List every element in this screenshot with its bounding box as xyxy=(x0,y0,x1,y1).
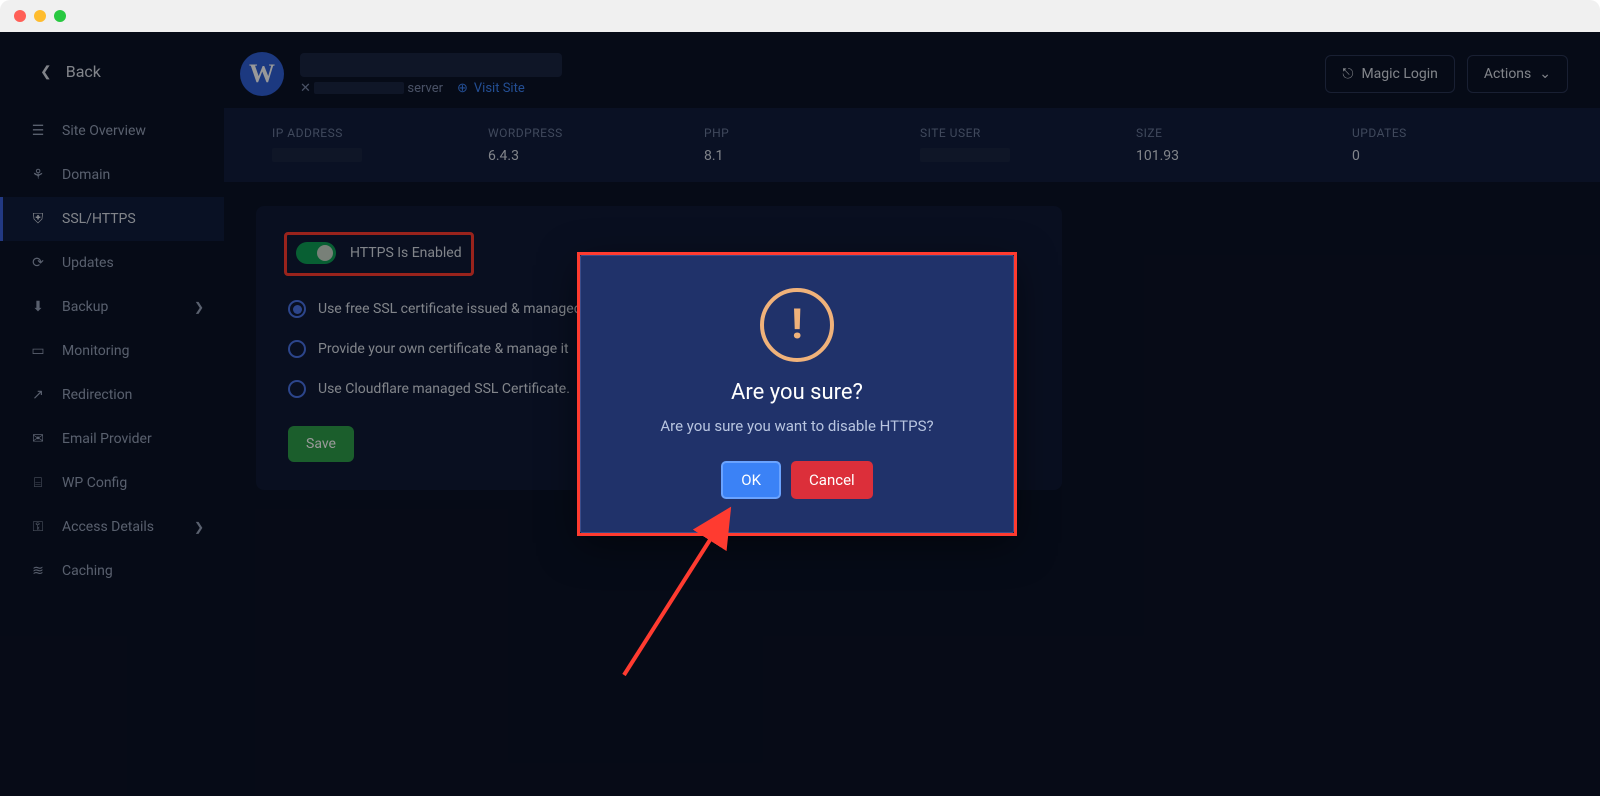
info-col-ip: IP ADDRESS xyxy=(272,126,488,164)
info-value-redacted xyxy=(920,148,1010,162)
info-label: PHP xyxy=(704,126,920,140)
visit-site-label: Visit Site xyxy=(474,81,525,96)
info-value: 0 xyxy=(1352,148,1568,164)
chevron-left-icon: ❮ xyxy=(40,64,52,80)
sidebar-item-label: Updates xyxy=(62,255,114,271)
info-value-redacted xyxy=(272,148,362,162)
sidebar-item-backup[interactable]: ⬇ Backup ❯ xyxy=(0,285,224,329)
sidebar-item-label: Monitoring xyxy=(62,343,130,359)
sidebar: ❮ Back ☰ Site Overview ⚘ Domain ⛨ SSL/HT… xyxy=(0,32,224,796)
sidebar-item-label: Redirection xyxy=(62,387,132,403)
domain-icon: ⚘ xyxy=(30,167,46,183)
warning-icon: ! xyxy=(760,288,834,362)
mac-titlebar xyxy=(0,0,1600,32)
modal-text: Are you sure you want to disable HTTPS? xyxy=(660,417,933,435)
window-minimize-dot[interactable] xyxy=(34,10,46,22)
chevron-right-icon: ❯ xyxy=(194,300,204,314)
overview-icon: ☰ xyxy=(30,123,46,139)
actions-dropdown[interactable]: Actions ⌄ xyxy=(1467,55,1568,93)
sidebar-item-label: Backup xyxy=(62,299,108,315)
https-toggle[interactable] xyxy=(296,242,336,264)
sidebar-item-label: Caching xyxy=(62,563,113,579)
radio-icon xyxy=(288,380,306,398)
site-title-redacted xyxy=(300,53,562,77)
info-value: 8.1 xyxy=(704,148,920,164)
info-col-size: SIZE 101.93 xyxy=(1136,126,1352,164)
confirm-modal: ! Are you sure? Are you sure you want to… xyxy=(580,255,1014,533)
sidebar-item-label: Access Details xyxy=(62,519,154,535)
shield-icon: ⛨ xyxy=(30,211,46,227)
radio-label: Provide your own certificate & manage it xyxy=(318,341,569,357)
radio-label: Use free SSL certificate issued & manage… xyxy=(318,301,582,317)
sidebar-item-domain[interactable]: ⚘ Domain xyxy=(0,153,224,197)
ok-button[interactable]: OK xyxy=(721,461,781,499)
modal-title: Are you sure? xyxy=(731,380,863,405)
info-value: 101.93 xyxy=(1136,148,1352,164)
sidebar-item-label: SSL/HTTPS xyxy=(62,211,136,227)
updates-icon: ⟳ xyxy=(30,255,46,271)
sidebar-item-ssl-https[interactable]: ⛨ SSL/HTTPS xyxy=(0,197,224,241)
info-label: UPDATES xyxy=(1352,126,1568,140)
login-icon: ⎋ xyxy=(1342,66,1353,82)
caching-icon: ≋ xyxy=(30,563,46,579)
info-label: SIZE xyxy=(1136,126,1352,140)
page-header: W ✕ server ⊕ Visit Site ⎋ Magic Login xyxy=(224,32,1600,108)
sidebar-item-label: WP Config xyxy=(62,475,127,491)
sidebar-item-wp-config[interactable]: ⌸ WP Config xyxy=(0,461,224,505)
https-toggle-label: HTTPS Is Enabled xyxy=(350,245,462,261)
confirm-modal-wrap: ! Are you sure? Are you sure you want to… xyxy=(580,255,1014,533)
info-col-updates: UPDATES 0 xyxy=(1352,126,1568,164)
info-col-wordpress: WORDPRESS 6.4.3 xyxy=(488,126,704,164)
sidebar-item-label: Email Provider xyxy=(62,431,152,447)
magic-login-button[interactable]: ⎋ Magic Login xyxy=(1325,55,1455,93)
visit-site-link[interactable]: ⊕ Visit Site xyxy=(457,81,525,96)
sidebar-item-updates[interactable]: ⟳ Updates xyxy=(0,241,224,285)
window-close-dot[interactable] xyxy=(14,10,26,22)
globe-icon: ⊕ xyxy=(457,81,468,96)
redirection-icon: ↗ xyxy=(30,387,46,403)
monitoring-icon: ▭ xyxy=(30,343,46,359)
window-zoom-dot[interactable] xyxy=(54,10,66,22)
header-info: ✕ server ⊕ Visit Site xyxy=(300,53,1309,96)
email-icon: ✉ xyxy=(30,431,46,447)
sidebar-item-label: Site Overview xyxy=(62,123,146,139)
save-button[interactable]: Save xyxy=(288,426,354,462)
sidebar-item-redirection[interactable]: ↗ Redirection xyxy=(0,373,224,417)
info-col-site-user: SITE USER xyxy=(920,126,1136,164)
radio-icon xyxy=(288,340,306,358)
app-root: ❮ Back ☰ Site Overview ⚘ Domain ⛨ SSL/HT… xyxy=(0,32,1600,796)
sidebar-item-caching[interactable]: ≋ Caching xyxy=(0,549,224,593)
sidebar-item-access-details[interactable]: ⚿ Access Details ❯ xyxy=(0,505,224,549)
info-bar: IP ADDRESS WORDPRESS 6.4.3 PHP 8.1 SITE … xyxy=(224,108,1600,182)
wp-config-icon: ⌸ xyxy=(30,475,46,491)
chevron-right-icon: ❯ xyxy=(194,520,204,534)
info-label: IP ADDRESS xyxy=(272,126,488,140)
access-icon: ⚿ xyxy=(30,519,46,535)
info-col-php: PHP 8.1 xyxy=(704,126,920,164)
magic-login-label: Magic Login xyxy=(1361,66,1437,82)
staging-badge: ✕ server xyxy=(300,81,443,96)
actions-label: Actions xyxy=(1484,66,1531,82)
chevron-down-icon: ⌄ xyxy=(1539,66,1551,82)
wordpress-logo-icon: W xyxy=(240,52,284,96)
radio-label: Use Cloudflare managed SSL Certificate. xyxy=(318,381,570,397)
back-link[interactable]: ❮ Back xyxy=(0,50,224,109)
back-label: Back xyxy=(66,62,101,81)
sidebar-item-site-overview[interactable]: ☰ Site Overview xyxy=(0,109,224,153)
radio-icon xyxy=(288,300,306,318)
info-label: WORDPRESS xyxy=(488,126,704,140)
backup-icon: ⬇ xyxy=(30,299,46,315)
cancel-button[interactable]: Cancel xyxy=(791,461,873,499)
sidebar-item-label: Domain xyxy=(62,167,110,183)
sidebar-item-email-provider[interactable]: ✉ Email Provider xyxy=(0,417,224,461)
info-value: 6.4.3 xyxy=(488,148,704,164)
info-label: SITE USER xyxy=(920,126,1136,140)
sidebar-item-monitoring[interactable]: ▭ Monitoring xyxy=(0,329,224,373)
